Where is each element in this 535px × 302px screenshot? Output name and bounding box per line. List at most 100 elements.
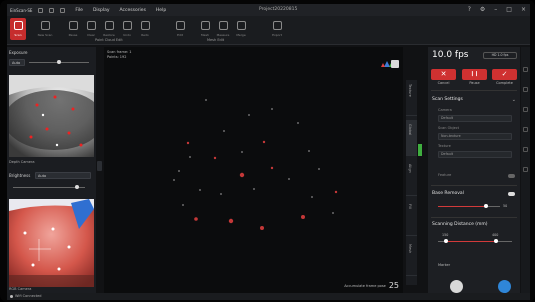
brightness-slider-knob[interactable] — [75, 185, 79, 189]
left-panel: Exposure Auto Depth Camera Brightness Au… — [7, 47, 96, 293]
scanning-distance-title: Scanning Distance (mm) — [432, 222, 488, 227]
settings-icon[interactable]: ⚙ — [480, 6, 485, 13]
redo-tool[interactable]: Redo — [137, 18, 153, 40]
rgb-camera-label: RGB Camera — [9, 287, 32, 291]
distance-min-value: 150 — [442, 233, 449, 237]
ruler-icon[interactable] — [523, 147, 528, 152]
depth-camera-view — [9, 75, 94, 157]
brightness-mode-select[interactable]: Auto — [35, 172, 91, 179]
marker-label: Marker — [438, 263, 451, 267]
depth-camera-label: Depth Camera — [9, 160, 35, 164]
scan-tool[interactable]: Scan — [10, 18, 26, 40]
minimize-icon[interactable]: – — [494, 6, 497, 13]
export-tool[interactable]: Export — [269, 18, 285, 40]
restore-icon — [104, 21, 114, 30]
menu-display[interactable]: Display — [93, 8, 110, 13]
divider — [431, 217, 517, 218]
restore-tool[interactable]: Restore — [101, 18, 117, 40]
menu-help[interactable]: Help — [156, 8, 166, 13]
camera-icon[interactable] — [523, 127, 528, 132]
exposure-slider-knob[interactable] — [57, 60, 61, 64]
feature-toggle[interactable] — [508, 174, 515, 178]
maximize-icon[interactable]: □ — [506, 6, 512, 13]
open-icon[interactable] — [49, 7, 55, 13]
tab-global[interactable]: Global — [406, 120, 417, 156]
base-removal-toggle[interactable] — [508, 192, 515, 196]
pause-button[interactable]: ❙❙ — [462, 69, 487, 80]
complete-label: Complete — [496, 81, 513, 85]
exposure-title: Exposure — [9, 50, 28, 55]
menu-accessories[interactable]: Accessories — [120, 8, 146, 13]
mesh-tool[interactable]: Mesh — [197, 18, 213, 40]
complete-button[interactable]: ✓ — [492, 69, 517, 80]
new-scan-tool[interactable]: New Scan — [37, 18, 53, 40]
exposure-mode-select[interactable]: Auto — [9, 59, 25, 66]
new-icon[interactable] — [38, 7, 44, 13]
base-removal-slider[interactable] — [438, 206, 486, 207]
tab-fill[interactable]: Fill — [406, 200, 417, 236]
layer-icon[interactable] — [523, 67, 528, 72]
clear-tool[interactable]: Clear — [83, 18, 99, 40]
side-tab-strip: Texture Global Align Fill Mesh — [406, 80, 417, 285]
toolbar: Scan New Scan Pause Clear Restore Undo R… — [7, 16, 530, 45]
divider — [431, 185, 517, 186]
undo-tool[interactable]: Undo — [119, 18, 135, 40]
help-icon[interactable]: ? — [468, 6, 471, 13]
depth-camera-image — [9, 75, 94, 157]
distance-max-knob[interactable] — [494, 239, 498, 243]
new-scan-icon — [40, 21, 50, 30]
distance-min-knob[interactable] — [444, 239, 448, 243]
status-bar: Wifi Connected — [7, 293, 530, 300]
scan-object-label: Scan Object — [438, 126, 460, 130]
grid-icon[interactable] — [523, 87, 528, 92]
accumulate-label: Accumulate frame pose — [344, 283, 386, 288]
view-cube-icon[interactable] — [391, 60, 399, 68]
marker-option-blue[interactable] — [498, 280, 511, 293]
close-icon[interactable]: × — [521, 6, 526, 13]
pause-tool[interactable]: Pause — [65, 18, 81, 40]
measure-tool[interactable]: Measure — [215, 18, 231, 40]
merge-tool[interactable]: Merge — [233, 18, 249, 40]
redo-icon — [140, 21, 150, 30]
scan-icon — [13, 21, 23, 30]
texture-select[interactable]: Default — [438, 151, 512, 158]
app-window: EinScan-SE File Display Accessories Help… — [7, 4, 530, 300]
tab-texture[interactable]: Texture — [406, 80, 417, 116]
edit-tool[interactable]: Edit — [172, 18, 188, 40]
export-icon — [272, 21, 282, 30]
fps-badge[interactable]: HD 1.0 fps — [483, 52, 517, 59]
save-icon[interactable] — [60, 7, 66, 13]
tab-mesh[interactable]: Mesh — [406, 240, 417, 276]
point-cloud — [173, 60, 399, 230]
connection-status: Wifi Connected — [15, 294, 42, 298]
edit-icon — [175, 21, 185, 30]
left-panel-toggle[interactable] — [97, 161, 102, 171]
wifi-icon — [10, 294, 13, 298]
tab-align[interactable]: Align — [406, 160, 417, 196]
pause-icon — [68, 21, 78, 30]
right-icon-strip — [521, 47, 530, 293]
reset-icon[interactable] — [523, 167, 528, 172]
rgb-camera-view — [9, 199, 94, 287]
base-removal-knob[interactable] — [484, 204, 488, 208]
accumulate-info: Accumulate frame pose 25 — [344, 281, 399, 290]
marker-option-white[interactable] — [450, 280, 463, 293]
fps-readout: 10.0 fps — [432, 50, 469, 60]
scan-object-select[interactable]: Non-texture — [438, 133, 512, 140]
right-panel: 10.0 fps HD 1.0 fps ✕ ❙❙ ✓ Cancel Pause … — [428, 47, 520, 293]
light-icon[interactable] — [523, 107, 528, 112]
brightness-title: Brightness — [9, 173, 31, 178]
distance-range[interactable] — [446, 241, 496, 242]
clear-icon — [86, 21, 96, 30]
accumulate-value: 25 — [388, 281, 399, 290]
mesh-icon — [200, 21, 210, 30]
scan-settings-title: Scan Settings — [432, 97, 463, 102]
chevron-down-icon[interactable]: ⌄ — [512, 97, 516, 103]
distance-max-value: 400 — [492, 233, 499, 237]
texture-field-label: Texture — [438, 144, 451, 148]
cancel-button[interactable]: ✕ — [431, 69, 456, 80]
menu-file[interactable]: File — [75, 8, 83, 13]
scan-viewport[interactable]: Scan frame: 1 Points: 192 Accumulate fra… — [104, 47, 403, 293]
camera-select[interactable]: Default — [438, 115, 512, 122]
title-bar: EinScan-SE File Display Accessories Help… — [7, 4, 530, 16]
